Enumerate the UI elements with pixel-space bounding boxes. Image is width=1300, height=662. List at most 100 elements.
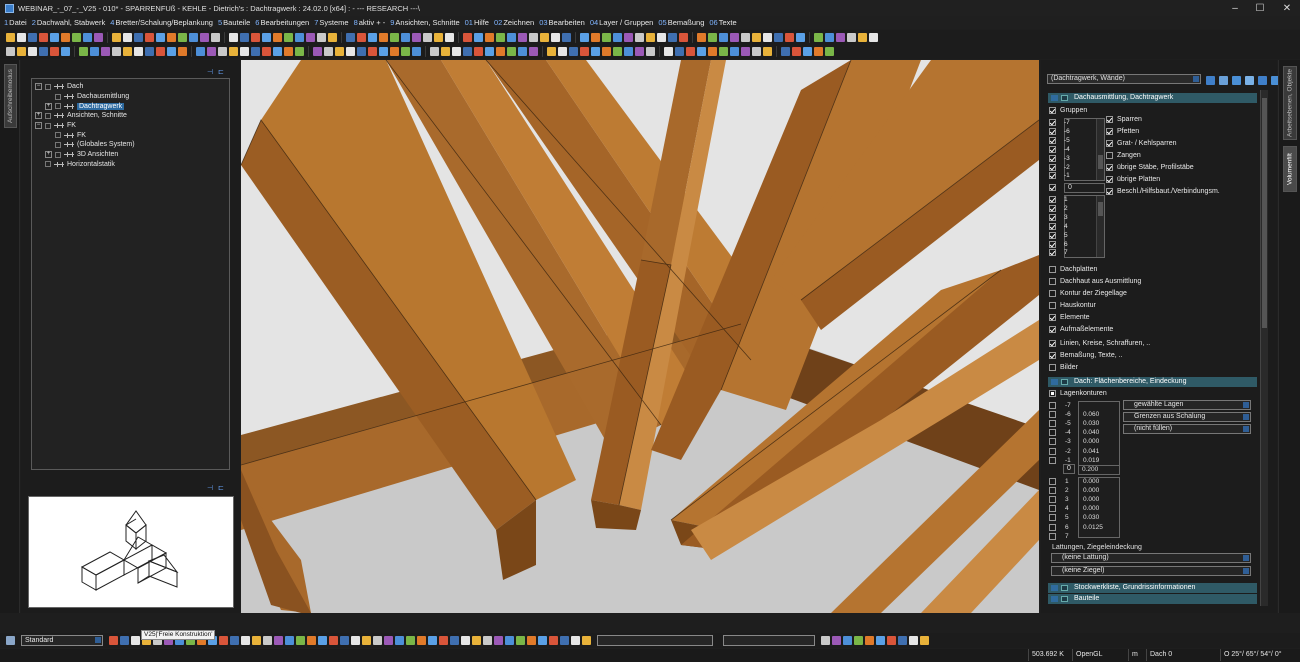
option-dropdown[interactable]: (nicht füllen) <box>1123 424 1251 434</box>
collapse-icon[interactable]: − <box>35 83 42 91</box>
toolbar-tool-icon[interactable] <box>379 47 388 56</box>
toolbar-tool-icon[interactable] <box>368 47 377 56</box>
toolbar-tool-icon[interactable] <box>792 47 801 56</box>
save-icon[interactable] <box>1206 75 1215 85</box>
collapse-icon[interactable]: − <box>35 122 42 130</box>
group-row[interactable]: 1 <box>1049 196 1068 203</box>
toolbar-tool-icon[interactable] <box>494 636 503 645</box>
positive-groups-scrollbar[interactable] <box>1096 196 1104 257</box>
toolbar-tool-icon[interactable] <box>657 33 666 42</box>
layer-row[interactable]: 7 <box>1049 532 1083 541</box>
toolbar-tool-icon[interactable] <box>379 33 388 42</box>
menu-item[interactable]: 8aktiv + - <box>354 18 386 27</box>
toolbar-tool-icon[interactable] <box>230 636 239 645</box>
toolbar-tool-icon[interactable] <box>730 47 739 56</box>
toolbar-tool-icon[interactable] <box>439 636 448 645</box>
aufschreibemodus-tab[interactable]: Aufschreibemodus <box>4 64 17 128</box>
toolbar-tool-icon[interactable] <box>474 33 483 42</box>
toolbar-tool-icon[interactable] <box>719 33 728 42</box>
toolbar-tool-icon[interactable] <box>763 47 772 56</box>
group-row[interactable]: -5 <box>1049 136 1070 144</box>
toolbar-tool-icon[interactable] <box>357 47 366 56</box>
layer-row[interactable]: 5 0.030 <box>1049 513 1099 522</box>
option-checkbox[interactable] <box>1049 326 1056 333</box>
toolbar-tool-icon[interactable] <box>571 636 580 645</box>
option-row[interactable]: übrige Platten <box>1106 176 1160 183</box>
toolbar-tool-icon[interactable] <box>679 33 688 42</box>
toolbar-tool-icon[interactable] <box>624 47 633 56</box>
toolbar-tool-icon[interactable] <box>251 47 260 56</box>
toolbar-tool-icon[interactable] <box>285 636 294 645</box>
section-bauteile[interactable]: Bauteile <box>1048 594 1257 604</box>
toolbar-tool-icon[interactable] <box>646 47 655 56</box>
toolbar-tool-icon[interactable] <box>836 33 845 42</box>
toolbar-tool-icon[interactable] <box>549 636 558 645</box>
group-checkbox[interactable] <box>1049 231 1056 239</box>
group-checkbox[interactable] <box>1049 136 1056 144</box>
toolbar-tool-icon[interactable] <box>825 33 834 42</box>
toolbar-tool-icon[interactable] <box>273 33 282 42</box>
toolbar-tool-icon[interactable] <box>825 47 834 56</box>
menu-item[interactable]: 5Bauteile <box>218 18 250 27</box>
layer-checkbox[interactable] <box>1049 447 1056 455</box>
toolbar-tool-icon[interactable] <box>529 33 538 42</box>
menu-item[interactable]: 2Dachwahl, Stabwerk <box>32 18 106 27</box>
toolbar-tool-icon[interactable] <box>719 47 728 56</box>
layer-checkbox[interactable] <box>1049 514 1056 522</box>
expand-icon[interactable]: + <box>35 112 42 120</box>
option-checkbox[interactable] <box>1049 302 1056 309</box>
option-row[interactable]: Aufmaßelemente <box>1049 326 1113 333</box>
toolbar-tool-icon[interactable] <box>591 33 600 42</box>
layer-row[interactable]: -2 0.041 <box>1049 447 1099 456</box>
maximize-button[interactable]: ☐ <box>1245 0 1275 16</box>
toolbar-tool-icon[interactable] <box>123 47 132 56</box>
group-row[interactable]: 4 <box>1049 222 1068 230</box>
tree-node-checkbox[interactable] <box>55 103 61 110</box>
toolbar-tool-icon[interactable] <box>134 47 143 56</box>
toolbar-tool-icon[interactable] <box>90 47 99 56</box>
group-row[interactable]: -1 <box>1049 172 1070 180</box>
toolbar-tool-icon[interactable] <box>318 636 327 645</box>
toolbar-tool-icon[interactable] <box>17 33 26 42</box>
toolbar-tool-icon[interactable] <box>423 33 432 42</box>
layer-row[interactable]: -5 0.030 <box>1049 419 1099 428</box>
toolbar-tool-icon[interactable] <box>843 636 852 645</box>
group-checkbox[interactable] <box>1049 154 1056 162</box>
tree-node-checkbox[interactable] <box>55 132 61 139</box>
lagenkonturen-checkbox[interactable] <box>1049 390 1056 397</box>
toolbar-tool-icon[interactable] <box>178 47 187 56</box>
toolbar-tool-icon[interactable] <box>200 33 209 42</box>
toolbar-tool-icon[interactable] <box>262 33 271 42</box>
toolbar-tool-icon[interactable] <box>505 636 514 645</box>
toolbar-tool-icon[interactable] <box>296 636 305 645</box>
toolbar-tool-icon[interactable] <box>472 636 481 645</box>
toolbar-tool-icon[interactable] <box>441 47 450 56</box>
toolbar-tool-icon[interactable] <box>529 47 538 56</box>
toolbar-tool-icon[interactable] <box>412 47 421 56</box>
toolbar-tool-icon[interactable] <box>602 33 611 42</box>
toolbar-tool-icon[interactable] <box>328 33 337 42</box>
tree-node[interactable]: Horizontalstatik <box>32 160 229 170</box>
value-input[interactable] <box>723 635 815 646</box>
group-checkbox[interactable] <box>1049 213 1056 221</box>
toolbar-tool-icon[interactable] <box>196 47 205 56</box>
toolbar-tool-icon[interactable] <box>406 636 415 645</box>
toolbar-tool-icon[interactable] <box>538 636 547 645</box>
command-input[interactable] <box>597 635 713 646</box>
group-row[interactable]: -3 <box>1049 154 1070 162</box>
toolbar-tool-icon[interactable] <box>390 33 399 42</box>
toolbar-tool-icon[interactable] <box>317 33 326 42</box>
toolbar-tool-icon[interactable] <box>869 33 878 42</box>
toolbar-tool-icon[interactable] <box>412 33 421 42</box>
option-checkbox[interactable] <box>1049 278 1056 285</box>
option-dropdown[interactable]: gewählte Lagen <box>1123 400 1251 410</box>
toolbar-tool-icon[interactable] <box>324 47 333 56</box>
pen-icon[interactable] <box>6 636 15 645</box>
toolbar-tool-icon[interactable] <box>241 636 250 645</box>
toolbar-tool-icon[interactable] <box>39 33 48 42</box>
toolbar-tool-icon[interactable] <box>686 47 695 56</box>
toolbar-tool-icon[interactable] <box>741 33 750 42</box>
option-row[interactable]: Bilder <box>1049 364 1078 371</box>
menu-item[interactable]: 01Hilfe <box>465 18 489 27</box>
layer-row[interactable]: -1 0.019 <box>1049 456 1099 465</box>
